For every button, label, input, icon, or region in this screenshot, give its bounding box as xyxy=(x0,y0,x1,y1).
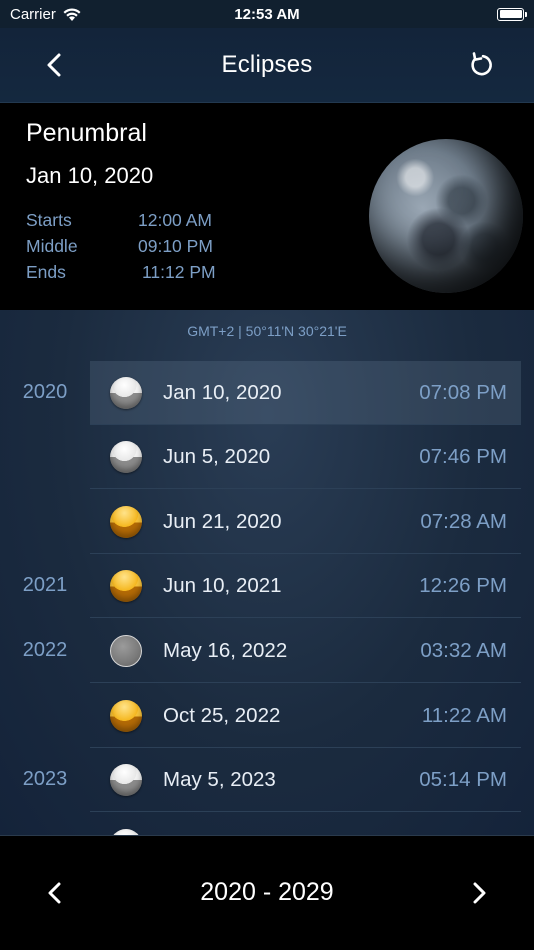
list-item-date: Oct 25, 2022 xyxy=(163,704,281,727)
list-item-time: 11:22 AM xyxy=(421,704,507,727)
list-item-date: May 16, 2022 xyxy=(163,639,288,662)
battery-icon xyxy=(497,7,527,21)
list-item-cell[interactable]: May 16, 2022 03:32 AM xyxy=(90,619,521,683)
penumbral-eclipse-icon xyxy=(110,635,142,667)
list-item-time: 07:08 PM xyxy=(419,381,507,404)
location-label: GMT+2 | 50°11'N 30°21'E xyxy=(187,323,347,339)
chevron-right-icon[interactable] xyxy=(464,878,494,908)
list-item-cell[interactable] xyxy=(90,813,521,835)
eclipse-detail: Penumbral Jan 10, 2020 Starts 12:00 AM M… xyxy=(0,103,534,310)
partial-eclipse-icon xyxy=(110,377,142,409)
chevron-left-icon[interactable] xyxy=(40,50,70,80)
time-value: 11:12 PM xyxy=(142,261,216,282)
moon-image xyxy=(369,139,523,293)
year-label: 2021 xyxy=(22,574,68,596)
partial-eclipse-icon xyxy=(110,441,142,473)
time-value: 12:00 AM xyxy=(138,209,212,230)
list-item-time: 07:28 AM xyxy=(420,510,507,533)
time-row-ends: Ends 11:12 PM xyxy=(26,259,216,285)
list-item-time: 05:14 PM xyxy=(419,768,507,791)
total-eclipse-icon xyxy=(110,570,142,602)
time-value: 09:10 PM xyxy=(138,235,213,256)
list-item-cell[interactable]: May 5, 2023 05:14 PM xyxy=(90,748,521,812)
list-item[interactable]: 2020 Jan 10, 2020 07:08 PM xyxy=(0,361,534,425)
time-row-middle: Middle 09:10 PM xyxy=(26,233,216,259)
list-item-time: 12:26 PM xyxy=(419,574,507,597)
wifi-icon xyxy=(63,7,81,21)
list-item[interactable]: Jun 5, 2020 07:46 PM xyxy=(0,425,534,489)
year-label: 2023 xyxy=(22,768,68,790)
eclipse-date: Jan 10, 2020 xyxy=(26,163,154,188)
time-label: Ends xyxy=(26,261,66,282)
list-item-date: Jan 10, 2020 xyxy=(163,381,282,404)
list-item-date: Jun 21, 2020 xyxy=(163,510,282,533)
partial-eclipse-icon xyxy=(110,764,142,796)
list-item-date: Jun 5, 2020 xyxy=(163,445,271,468)
status-left: Carrier xyxy=(10,6,82,23)
total-eclipse-icon xyxy=(110,700,142,732)
list-item-cell[interactable]: Jun 21, 2020 07:28 AM xyxy=(90,490,521,554)
list-item-date: Jun 10, 2021 xyxy=(163,574,282,597)
list-item[interactable]: 2022 May 16, 2022 03:32 AM xyxy=(0,619,534,683)
time-row-starts: Starts 12:00 AM xyxy=(26,207,216,233)
carrier-label: Carrier xyxy=(10,5,56,23)
list-item-cell[interactable]: Oct 25, 2022 11:22 AM xyxy=(90,684,521,748)
list-item-time: 03:32 AM xyxy=(420,639,507,662)
list-item-date: May 5, 2023 xyxy=(163,768,276,791)
list-item-cell[interactable]: Jun 5, 2020 07:46 PM xyxy=(90,425,521,489)
eclipse-list[interactable]: GMT+2 | 50°11'N 30°21'E 2020 Jan 10, 202… xyxy=(0,310,534,835)
time-label: Middle xyxy=(26,235,78,256)
list-item[interactable]: 2021 Jun 10, 2021 12:26 PM xyxy=(0,554,534,618)
eclipse-times: Starts 12:00 AM Middle 09:10 PM Ends 11:… xyxy=(26,207,216,285)
page-title: Eclipses xyxy=(221,51,313,78)
total-eclipse-icon xyxy=(110,506,142,538)
decade-range: 2020 - 2029 xyxy=(200,878,334,906)
list-item-cell[interactable]: Jun 10, 2021 12:26 PM xyxy=(90,554,521,618)
list-item[interactable] xyxy=(0,813,534,835)
list-item[interactable]: Jun 21, 2020 07:28 AM xyxy=(0,490,534,554)
nav-bar: Eclipses xyxy=(0,28,534,103)
list-item-cell[interactable]: Jan 10, 2020 07:08 PM xyxy=(90,361,521,425)
year-label: 2022 xyxy=(22,639,68,661)
refresh-icon[interactable] xyxy=(466,50,496,80)
list-item[interactable]: Oct 25, 2022 11:22 AM xyxy=(0,684,534,748)
list-item[interactable]: 2023 May 5, 2023 05:14 PM xyxy=(0,748,534,812)
eclipse-type: Penumbral xyxy=(26,119,147,147)
status-bar: Carrier 12:53 AM xyxy=(0,0,534,28)
year-label: 2020 xyxy=(22,381,68,403)
time-label: Starts xyxy=(26,209,72,230)
decade-selector: 2020 - 2029 xyxy=(0,835,534,950)
list-item-time: 07:46 PM xyxy=(419,445,507,468)
